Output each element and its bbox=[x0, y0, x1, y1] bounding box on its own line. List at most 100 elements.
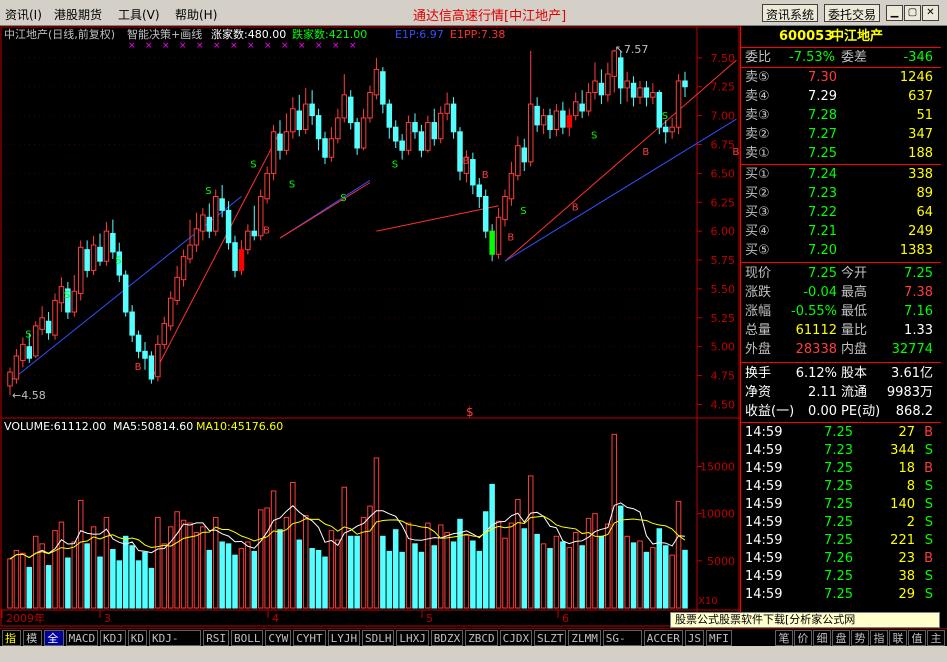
volume-bar bbox=[277, 529, 283, 609]
tab-指标[interactable]: 指标 bbox=[2, 630, 22, 660]
quote-label: 外盘 bbox=[745, 342, 772, 357]
volume-bar bbox=[264, 507, 270, 609]
volume-bar bbox=[200, 526, 206, 609]
quote-label: 内盘 bbox=[841, 342, 868, 357]
volume-bar bbox=[605, 523, 611, 609]
menu-info[interactable]: 资讯(I) bbox=[5, 6, 42, 23]
close-icon[interactable]: ✕ bbox=[922, 5, 939, 21]
chart-header-e1p: E1P:6.97 bbox=[395, 28, 444, 41]
menu-tools[interactable]: 工具(V) bbox=[118, 6, 160, 23]
info-system-button[interactable]: 资讯系统 bbox=[762, 4, 819, 22]
kline-chart[interactable]: SSSSSSSSSSSBBBBBBB B× × × × × × × × × × × × × ×$ 7.507… bbox=[0, 26, 740, 628]
ask-label: 卖① bbox=[745, 146, 770, 161]
tab-js[interactable]: JS bbox=[684, 630, 704, 646]
volume-bar bbox=[354, 535, 360, 609]
tab-mfi[interactable]: MFI bbox=[706, 630, 732, 646]
candle-body bbox=[302, 103, 309, 130]
volume-bar bbox=[341, 486, 348, 609]
tab-sdlh[interactable]: SDLH bbox=[362, 630, 395, 646]
right-tab-8[interactable]: 主 bbox=[927, 630, 945, 646]
volume-bar bbox=[155, 516, 161, 609]
volume-bar bbox=[502, 537, 508, 609]
tick-direction: B bbox=[924, 461, 933, 476]
quote-row: 涨跌 -0.04 最高 7.38 bbox=[741, 283, 941, 302]
volume-bar bbox=[315, 549, 322, 609]
tick-volume: 23 bbox=[898, 551, 915, 566]
candle-body bbox=[264, 172, 270, 200]
tab-macd[interactable]: MACD bbox=[65, 630, 98, 646]
tab-lyjh[interactable]: LYJH bbox=[327, 630, 360, 646]
stock-code: 600053 bbox=[779, 29, 834, 44]
tab-kdj-tdx[interactable]: KDJ-TDX bbox=[149, 630, 202, 660]
fin-label: 换手 bbox=[745, 366, 772, 381]
tab-模板[interactable]: 模板 bbox=[23, 630, 43, 660]
chart-header-e1pp: E1PP:7.38 bbox=[450, 28, 505, 41]
tab-sg-lb[interactable]: SG-LB bbox=[602, 630, 642, 660]
quote-row: 现价 7.25 今开 7.25 bbox=[741, 264, 941, 283]
price-tick-label: 4.75 bbox=[711, 370, 736, 383]
menu-help[interactable]: 帮助(H) bbox=[175, 6, 217, 23]
tab-lhxj[interactable]: LHXJ bbox=[396, 630, 429, 646]
tab-zlmm[interactable]: ZLMM bbox=[568, 630, 601, 646]
volume-bar bbox=[97, 556, 103, 609]
right-tab-2[interactable]: 细 bbox=[813, 630, 831, 646]
tab-boll[interactable]: BOLL bbox=[231, 630, 264, 646]
ask-label: 卖③ bbox=[745, 108, 770, 123]
volume-bar bbox=[682, 549, 688, 609]
tick-row: 14:59 7.26 23 B bbox=[741, 550, 941, 568]
candle-body bbox=[431, 122, 438, 140]
menu-hk-futures[interactable]: 港股期货 bbox=[54, 6, 102, 23]
volume-bar bbox=[77, 499, 84, 609]
right-tab-6[interactable]: 联 bbox=[889, 630, 907, 646]
pink-mark: × bbox=[332, 41, 340, 51]
right-tab-0[interactable]: 笔 bbox=[775, 630, 793, 646]
candle-body bbox=[502, 195, 508, 221]
quote-value: 61112 bbox=[795, 323, 837, 338]
quote-row: 总量 61112 量比 1.33 bbox=[741, 321, 941, 340]
tab-cyht[interactable]: CYHT bbox=[293, 630, 326, 646]
right-tab-3[interactable]: 盘 bbox=[832, 630, 850, 646]
candle-body bbox=[322, 138, 328, 158]
bid-label: 买④ bbox=[745, 224, 770, 239]
tab-cjdx[interactable]: CJDX bbox=[499, 630, 532, 646]
tab-kd[interactable]: KD bbox=[127, 630, 147, 646]
volume-bar bbox=[296, 539, 303, 609]
tab-kdj[interactable]: KDJ bbox=[100, 630, 126, 646]
right-tab-5[interactable]: 指 bbox=[870, 630, 888, 646]
volume-bar bbox=[656, 528, 663, 609]
fin-label: 净资 bbox=[745, 385, 772, 400]
candle-body bbox=[605, 73, 611, 96]
tab-bdzx[interactable]: BDZX bbox=[430, 630, 464, 646]
tick-price: 7.23 bbox=[824, 443, 853, 458]
volume-bar bbox=[489, 483, 495, 609]
volume-bar bbox=[527, 475, 534, 609]
fin-label: PE(动) bbox=[841, 404, 881, 419]
tab-slzt[interactable]: SLZT bbox=[534, 630, 567, 646]
tab-全部[interactable]: 全部 bbox=[44, 630, 64, 660]
tab-cyw[interactable]: CYW bbox=[265, 630, 292, 646]
volume-bar bbox=[669, 554, 675, 609]
right-tab-7[interactable]: 值 bbox=[908, 630, 926, 646]
right-tab-4[interactable]: 势 bbox=[851, 630, 869, 646]
tab-accer[interactable]: ACCER bbox=[643, 630, 683, 646]
chart-header-up_count: 涨家数:480.00 bbox=[211, 27, 286, 41]
right-tab-1[interactable]: 价 bbox=[794, 630, 812, 646]
candle-body bbox=[450, 103, 457, 133]
ad-banner[interactable]: 股票公式股票软件下载[分析家公式网www.88gs.com] bbox=[670, 612, 940, 640]
volume-bar bbox=[482, 511, 489, 609]
weicha-value: -346 bbox=[903, 50, 933, 65]
tick-direction: S bbox=[924, 533, 933, 548]
stock-name: 中江地产 bbox=[831, 29, 884, 44]
weibi-row: 委比 -7.53% 委差 -346 bbox=[741, 48, 941, 67]
tab-rsi[interactable]: RSI bbox=[203, 630, 229, 646]
candle-body bbox=[90, 244, 97, 271]
trade-button[interactable]: 委托交易 bbox=[824, 4, 881, 22]
tab-zbcd[interactable]: ZBCD bbox=[465, 630, 498, 646]
minimize-icon[interactable]: ▁ bbox=[886, 5, 903, 21]
ask-row: 卖② 7.27 347 bbox=[741, 125, 941, 144]
tick-price: 7.25 bbox=[824, 587, 853, 602]
restore-icon[interactable]: ▢ bbox=[904, 5, 921, 21]
volume-bar bbox=[534, 533, 540, 609]
volume-bar bbox=[32, 535, 39, 609]
volume-bar bbox=[476, 550, 483, 609]
